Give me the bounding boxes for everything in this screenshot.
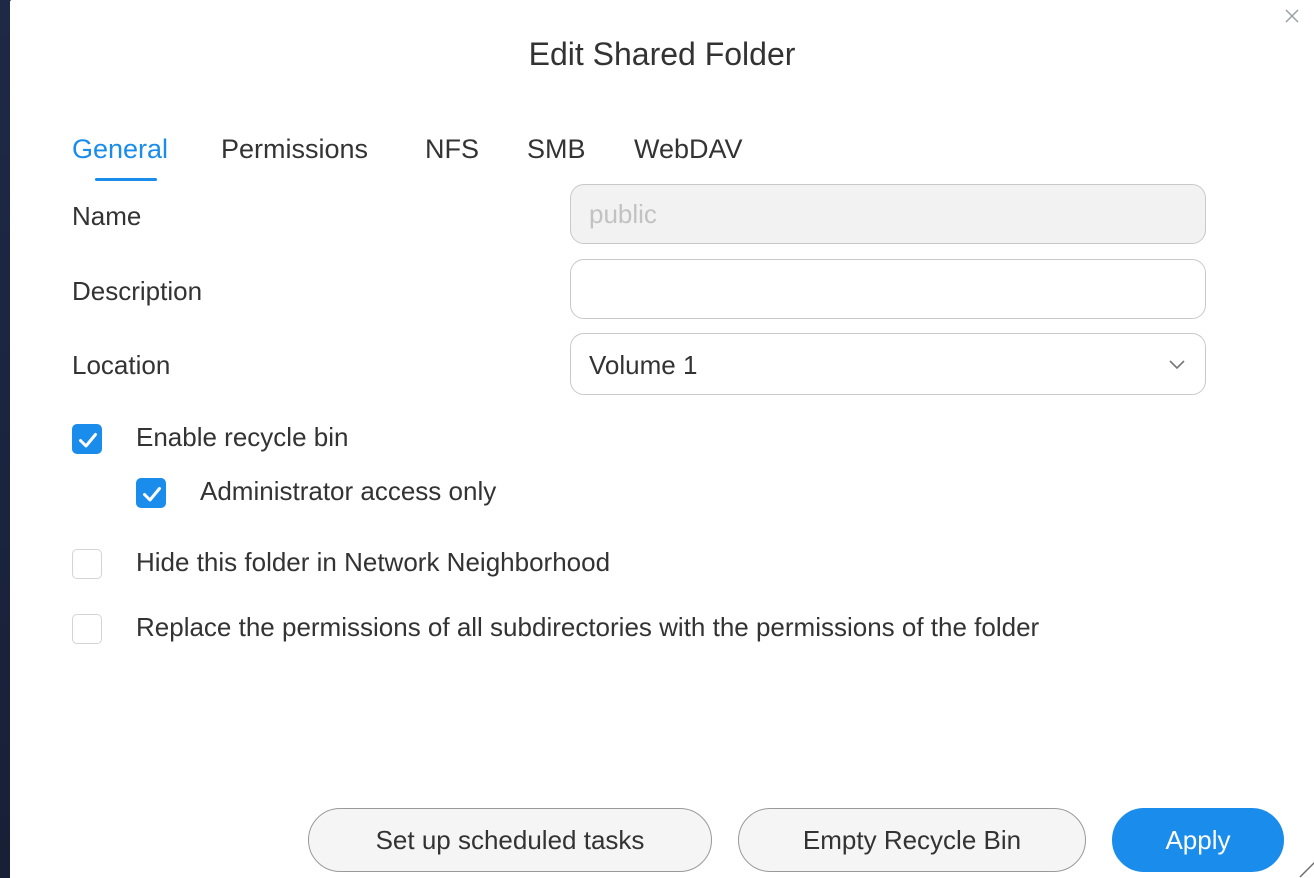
tab-smb[interactable]: SMB	[527, 134, 586, 165]
admin-access-only-label: Administrator access only	[200, 476, 497, 506]
location-select[interactable]: Volume 1	[570, 333, 1206, 395]
checkmark-icon	[143, 487, 161, 502]
dialog-title: Edit Shared Folder	[528, 36, 796, 72]
tab-general[interactable]: General	[72, 134, 168, 165]
enable-recycle-bin-label: Enable recycle bin	[136, 422, 349, 452]
edit-shared-folder-dialog: Edit Shared Folder General Permissions N…	[10, 0, 1314, 878]
tab-webdav[interactable]: WebDAV	[634, 134, 743, 165]
checkmark-icon	[79, 433, 97, 448]
name-label: Name	[72, 201, 142, 231]
tab-permissions[interactable]: Permissions	[221, 134, 368, 165]
replace-permissions-checkbox[interactable]	[72, 614, 102, 644]
tab-nfs[interactable]: NFS	[425, 134, 479, 165]
active-tab-indicator	[95, 178, 157, 181]
empty-recycle-bin-button[interactable]: Empty Recycle Bin	[738, 808, 1086, 872]
replace-permissions-label: Replace the permissions of all subdirect…	[136, 612, 1040, 642]
apply-button[interactable]: Apply	[1112, 808, 1284, 872]
enable-recycle-bin-checkbox[interactable]	[72, 424, 102, 454]
description-input[interactable]	[570, 259, 1206, 319]
admin-access-only-checkbox[interactable]	[136, 478, 166, 508]
description-label: Description	[72, 276, 203, 306]
close-icon[interactable]	[1280, 4, 1304, 28]
location-label: Location	[72, 350, 171, 380]
name-input[interactable]	[570, 184, 1206, 244]
location-select-value: Volume 1	[589, 350, 698, 380]
hide-folder-label: Hide this folder in Network Neighborhood	[136, 547, 611, 577]
hide-folder-checkbox[interactable]	[72, 549, 102, 579]
resize-grip-icon[interactable]	[1298, 850, 1314, 878]
set-up-scheduled-tasks-button[interactable]: Set up scheduled tasks	[308, 808, 712, 872]
chevron-down-icon	[1169, 360, 1185, 370]
